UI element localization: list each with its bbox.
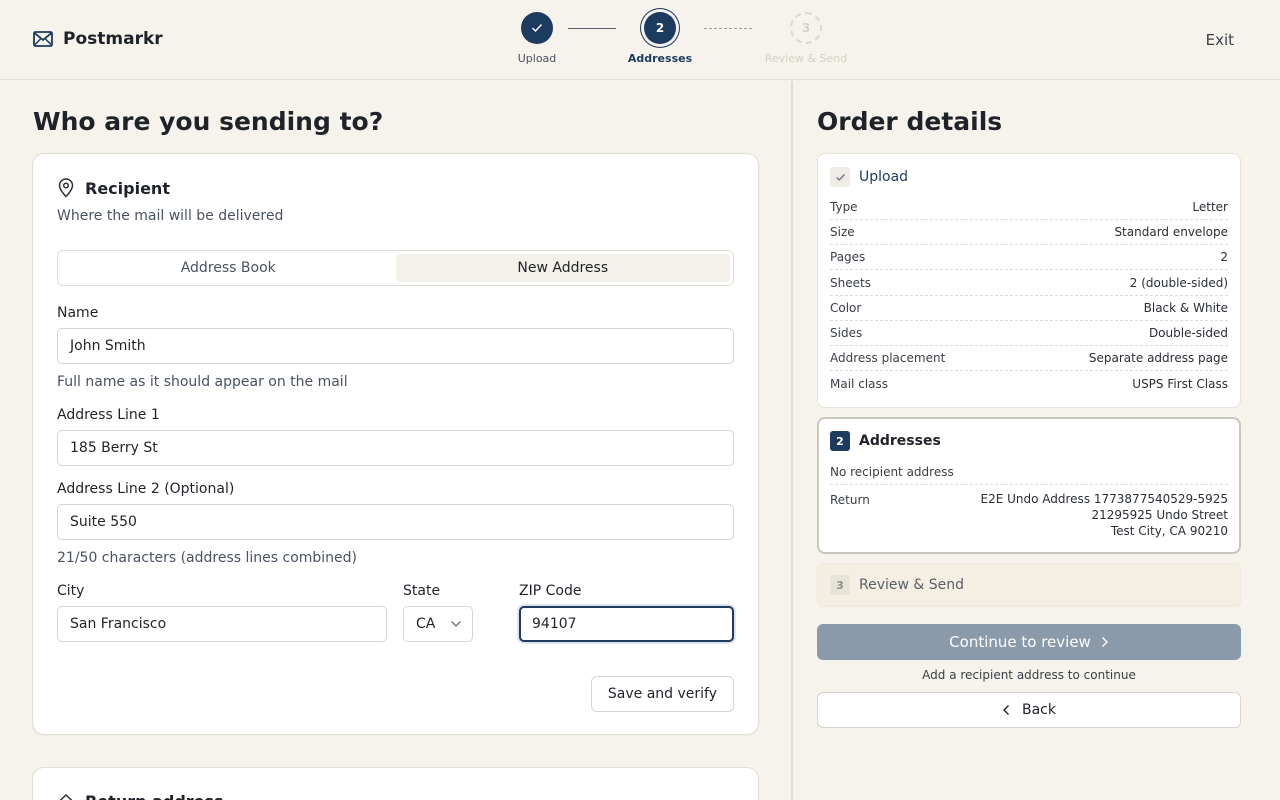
detail-value: Black & White — [1143, 301, 1228, 315]
return-address-card: Return address — [32, 767, 759, 800]
upload-summary-card: Upload Type Letter Size Standard envelope … — [817, 153, 1241, 408]
exit-link[interactable]: Exit — [1206, 31, 1234, 49]
tab-address-book[interactable]: Address Book — [61, 254, 396, 282]
detail-key: Address placement — [830, 351, 946, 365]
detail-value: 2 — [1220, 250, 1228, 264]
review-summary-title: Review & Send — [859, 577, 965, 593]
step-addresses[interactable]: 2 Addresses — [628, 12, 692, 65]
chevron-right-icon — [1101, 637, 1108, 647]
zip-field[interactable]: 94107 — [519, 606, 734, 642]
chevron-left-icon — [1003, 705, 1009, 715]
tab-new-address[interactable]: New Address — [395, 254, 730, 282]
detail-row: Size Standard envelope — [830, 220, 1228, 245]
name-label: Name — [57, 305, 99, 321]
name-hint: Full name as it should appear on the mai… — [57, 374, 348, 390]
continue-to-review-button[interactable]: Continue to review — [817, 624, 1241, 660]
detail-key: Color — [830, 301, 862, 315]
detail-row: Type Letter — [830, 195, 1228, 220]
upload-done-badge — [830, 167, 850, 187]
return-address-line: E2E Undo Address 1773877540529-5925 — [980, 492, 1229, 506]
upload-summary-header[interactable]: Upload — [830, 167, 908, 187]
checkmark-icon — [532, 24, 543, 33]
return-address-title: Return address — [85, 792, 224, 800]
city-field[interactable]: San Francisco — [57, 606, 387, 642]
save-and-verify-button[interactable]: Save and verify — [590, 676, 734, 712]
address-line1-label: Address Line 1 — [57, 407, 160, 423]
detail-key: Sheets — [830, 276, 871, 290]
step-upload-label: Upload — [517, 52, 557, 65]
step-addresses-label: Addresses — [627, 52, 693, 65]
checkmark-icon — [835, 173, 845, 181]
top-header: Postmarkr Upload 2 Addresses 3 Review & … — [0, 0, 1280, 80]
continue-label: Continue to review — [949, 633, 1091, 651]
continue-helper-text: Add a recipient address to continue — [922, 668, 1136, 682]
address-line2-field[interactable]: Suite 550 — [57, 504, 734, 540]
detail-row: Color Black & White — [830, 296, 1228, 321]
detail-row: Address placement Separate address page — [830, 346, 1228, 371]
review-summary-card: 3 Review & Send — [817, 563, 1241, 607]
detail-row: Sides Double-sided — [830, 321, 1228, 346]
detail-value: Letter — [1192, 200, 1228, 214]
zip-label: ZIP Code — [519, 583, 582, 599]
step-review-circle: 3 — [790, 12, 822, 44]
recipient-title: Recipient — [85, 178, 170, 198]
no-recipient-text: No recipient address — [830, 465, 1228, 485]
addresses-summary-card: 2 Addresses No recipient address Return … — [817, 417, 1241, 554]
character-count: 21/50 characters (address lines combined… — [57, 550, 358, 566]
step-connector — [704, 28, 752, 29]
return-label: Return — [830, 493, 870, 507]
detail-value: Double-sided — [1148, 326, 1228, 340]
state-value: CA — [416, 616, 436, 632]
state-label: State — [403, 583, 441, 599]
return-address-line: Test City, CA 90210 — [1110, 524, 1228, 538]
detail-value: USPS First Class — [1132, 376, 1228, 391]
chevron-down-icon — [451, 621, 461, 627]
state-select[interactable]: CA — [403, 606, 473, 642]
detail-row: Mail class USPS First Class — [830, 371, 1228, 396]
order-details-title: Order details — [817, 107, 1003, 136]
step-review-label: Review & Send — [764, 52, 848, 65]
detail-value: Separate address page — [1088, 351, 1228, 365]
address-form-panel: Who are you sending to? Recipient Where … — [0, 81, 791, 800]
address-source-toggle: Address Book New Address — [57, 250, 734, 286]
return-address-header: Return address — [57, 792, 224, 800]
recipient-card: Recipient Where the mail will be deliver… — [32, 153, 759, 735]
home-icon — [58, 793, 74, 800]
addresses-summary-header: 2 Addresses — [830, 431, 941, 451]
back-label: Back — [1022, 702, 1056, 718]
step-number-badge: 3 — [830, 575, 850, 595]
detail-row: Pages 2 — [830, 245, 1228, 270]
addresses-summary-title: Addresses — [859, 433, 941, 449]
step-upload[interactable]: Upload — [518, 12, 556, 65]
detail-key: Sides — [830, 326, 863, 340]
return-address-value: E2E Undo Address 1773877540529-5925 2129… — [981, 491, 1229, 539]
step-number-badge: 2 — [830, 431, 850, 451]
order-details-panel: Order details Upload Type Letter Size Stan… — [793, 81, 1280, 800]
detail-value: Standard envelope — [1114, 225, 1228, 239]
review-summary-header: 3 Review & Send — [830, 575, 964, 595]
step-addresses-circle: 2 — [644, 12, 676, 44]
map-pin-icon — [58, 178, 74, 198]
return-address-line: 21295925 Undo Street — [1091, 508, 1228, 522]
recipient-subtitle: Where the mail will be delivered — [57, 208, 284, 224]
address-line1-field[interactable]: 185 Berry St — [57, 430, 734, 466]
step-review: 3 Review & Send — [765, 12, 847, 65]
upload-summary-title: Upload — [859, 169, 909, 185]
step-connector — [568, 28, 616, 29]
detail-key: Pages — [830, 250, 866, 264]
detail-key: Size — [830, 225, 855, 239]
recipient-card-header: Recipient — [57, 178, 170, 198]
page-title: Who are you sending to? — [33, 107, 384, 136]
detail-key: Type — [830, 200, 858, 214]
address-line2-label: Address Line 2 (Optional) — [57, 481, 235, 497]
detail-value: 2 (double-sided) — [1129, 276, 1228, 290]
city-label: City — [57, 583, 85, 599]
detail-row: Sheets 2 (double-sided) — [830, 271, 1228, 296]
back-button[interactable]: Back — [817, 692, 1241, 728]
name-field[interactable]: John Smith — [57, 328, 734, 364]
detail-key: Mail class — [830, 376, 888, 391]
step-upload-circle — [521, 12, 553, 44]
progress-stepper: Upload 2 Addresses 3 Review & Send — [0, 0, 1280, 80]
